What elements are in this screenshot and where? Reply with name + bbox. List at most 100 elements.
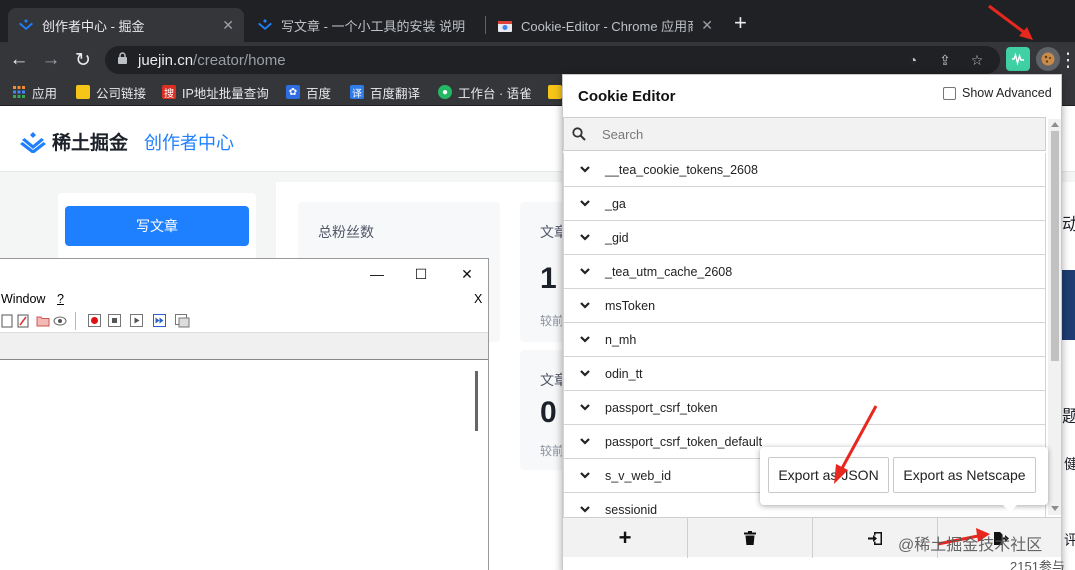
chevron-down-icon[interactable] — [580, 234, 595, 241]
cookie-row[interactable]: n_mh — [563, 323, 1046, 357]
cookie-row[interactable]: odin_tt — [563, 357, 1046, 391]
new-tab-button[interactable]: + — [734, 12, 747, 34]
minimize-icon[interactable]: — — [367, 265, 387, 283]
bookmark-apps[interactable]: 应用 — [12, 82, 57, 102]
page-fragment-text: 评 — [1064, 532, 1075, 548]
cookie-row[interactable]: _tea_utm_cache_2608 — [563, 255, 1046, 289]
window-content-area[interactable] — [0, 360, 488, 570]
tab-close-icon[interactable]: ✕ — [701, 17, 713, 34]
more-menu-icon[interactable]: ⋮ — [1059, 47, 1075, 73]
maximize-icon[interactable]: ☐ — [411, 265, 431, 283]
browser-tab-strip: 创作者中心 - 掘金 ✕ 写文章 - 一个小工具的安装 说明 Cookie-Ed… — [0, 0, 1075, 42]
cookie-name: msToken — [605, 298, 656, 313]
cookie-editor-extension-icon[interactable] — [1036, 47, 1060, 71]
chevron-down-icon[interactable] — [580, 370, 595, 377]
page-fragment-text: 题 — [1062, 407, 1075, 426]
tab-cookie-editor-store[interactable]: Cookie-Editor - Chrome 应用商 ✕ — [487, 8, 723, 42]
juejin-favicon-icon — [18, 17, 34, 33]
page-fragment-text: 健 — [1064, 456, 1075, 472]
bookmark-ip-lookup[interactable]: 搜 IP地址批量查询 — [162, 82, 269, 102]
reload-icon[interactable]: ↻ — [70, 47, 96, 73]
cookie-name: sessionid — [605, 502, 658, 517]
folder-icon — [76, 85, 90, 99]
baidu-paw-icon: ✿ — [286, 85, 300, 99]
chevron-down-icon[interactable] — [580, 166, 595, 173]
cookie-row[interactable]: msToken — [563, 289, 1046, 323]
chevron-down-icon[interactable] — [580, 302, 595, 309]
record-icon[interactable] — [87, 313, 102, 328]
cookie-row[interactable]: _ga — [563, 187, 1046, 221]
cookie-name: _ga — [605, 196, 626, 211]
cookie-list-scrollbar[interactable] — [1048, 119, 1061, 515]
window-close-icon[interactable]: ✕ — [457, 265, 477, 283]
scroll-thumb[interactable] — [1051, 131, 1059, 361]
share-icon[interactable]: ⇪ — [935, 50, 955, 70]
add-cookie-button[interactable]: + — [563, 518, 688, 558]
stat-sub: 较前 — [540, 444, 565, 458]
juejin-logo-icon — [20, 131, 46, 153]
address-bar[interactable]: juejin.cn/creator/home ◔ ⇪ ☆ — [105, 46, 1000, 74]
cookie-name: n_mh — [605, 332, 637, 347]
bookmark-label: IP地址批量查询 — [182, 86, 269, 101]
bookmark-baidu-translate[interactable]: 译 百度翻译 — [350, 82, 420, 102]
cookie-editor-header: Cookie Editor Show Advanced — [563, 75, 1061, 117]
write-article-button[interactable]: 写文章 — [65, 206, 249, 246]
window-scrollbar[interactable] — [471, 371, 483, 431]
search-icon — [564, 127, 594, 141]
document-icon[interactable] — [0, 313, 14, 328]
bookmark-yuque[interactable]: ● 工作台 · 语雀 — [438, 82, 532, 102]
chevron-down-icon[interactable] — [580, 336, 595, 343]
export-menu: Export as JSON Export as Netscape — [760, 447, 1048, 512]
scroll-down-icon[interactable] — [1051, 506, 1059, 511]
show-advanced-toggle[interactable]: Show Advanced — [943, 86, 1052, 100]
cookie-row[interactable]: __tea_cookie_tokens_2608 — [563, 153, 1046, 187]
scroll-up-icon[interactable] — [1051, 122, 1059, 127]
menu-help[interactable]: ? — [57, 292, 64, 306]
translate-icon: 译 — [350, 85, 364, 100]
menu-window[interactable]: Window — [1, 292, 45, 306]
play-icon[interactable] — [129, 313, 144, 328]
search-input[interactable]: Search — [602, 127, 643, 142]
edit-document-icon[interactable] — [15, 313, 30, 328]
bookmark-star-icon[interactable]: ☆ — [967, 50, 987, 70]
chevron-down-icon[interactable] — [580, 472, 595, 479]
stop-icon[interactable] — [107, 313, 122, 328]
bookmark-baidu[interactable]: ✿ 百度 — [286, 82, 331, 102]
export-json-button[interactable]: Export as JSON — [768, 457, 889, 493]
chrome-store-favicon-icon — [497, 17, 513, 33]
eye-icon[interactable] — [52, 313, 67, 328]
page-fragment-text: 2151参与 — [1010, 559, 1065, 570]
child-close-icon[interactable]: X — [474, 292, 482, 306]
cookie-row[interactable]: passport_csrf_token — [563, 391, 1046, 425]
tab-write-article[interactable]: 写文章 - 一个小工具的安装 说明 — [247, 8, 483, 42]
chevron-down-icon[interactable] — [580, 268, 595, 275]
fast-forward-icon[interactable] — [152, 313, 167, 328]
performance-icon[interactable]: ◔ — [903, 50, 923, 70]
delete-all-button[interactable] — [688, 518, 813, 558]
juejin-logo[interactable]: 稀土掘金 创作者中心 — [20, 128, 234, 155]
chevron-down-icon[interactable] — [580, 438, 595, 445]
stat-value: 0 — [540, 396, 557, 429]
site-subtitle[interactable]: 创作者中心 — [144, 129, 234, 155]
back-arrow-icon[interactable]: ← — [6, 47, 32, 73]
settings-grid-icon[interactable] — [175, 313, 190, 328]
cookie-name: _gid — [605, 230, 629, 245]
juejin-favicon-icon — [257, 17, 273, 33]
export-netscape-button[interactable]: Export as Netscape — [893, 457, 1036, 493]
cookie-editor-title: Cookie Editor — [578, 88, 676, 105]
desktop-app-window: — ☐ ✕ Window ? X — [0, 258, 489, 570]
chevron-down-icon[interactable] — [580, 506, 595, 513]
chevron-down-icon[interactable] — [580, 404, 595, 411]
tab-juejin-creator[interactable]: 创作者中心 - 掘金 ✕ — [8, 8, 244, 42]
cookie-row[interactable]: _gid — [563, 221, 1046, 255]
bookmark-company-links[interactable]: 公司链接 — [76, 82, 146, 102]
chevron-down-icon[interactable] — [580, 200, 595, 207]
annotation-arrow-icon — [988, 4, 1033, 40]
forward-arrow-icon[interactable]: → — [38, 47, 64, 73]
tab-close-icon[interactable]: ✕ — [222, 17, 234, 34]
extension-green-icon[interactable] — [1006, 47, 1030, 71]
show-advanced-checkbox[interactable] — [943, 86, 956, 100]
open-folder-icon[interactable] — [35, 313, 50, 328]
stat-value: 1 — [540, 262, 557, 295]
cookie-search-bar[interactable]: Search — [563, 117, 1046, 151]
